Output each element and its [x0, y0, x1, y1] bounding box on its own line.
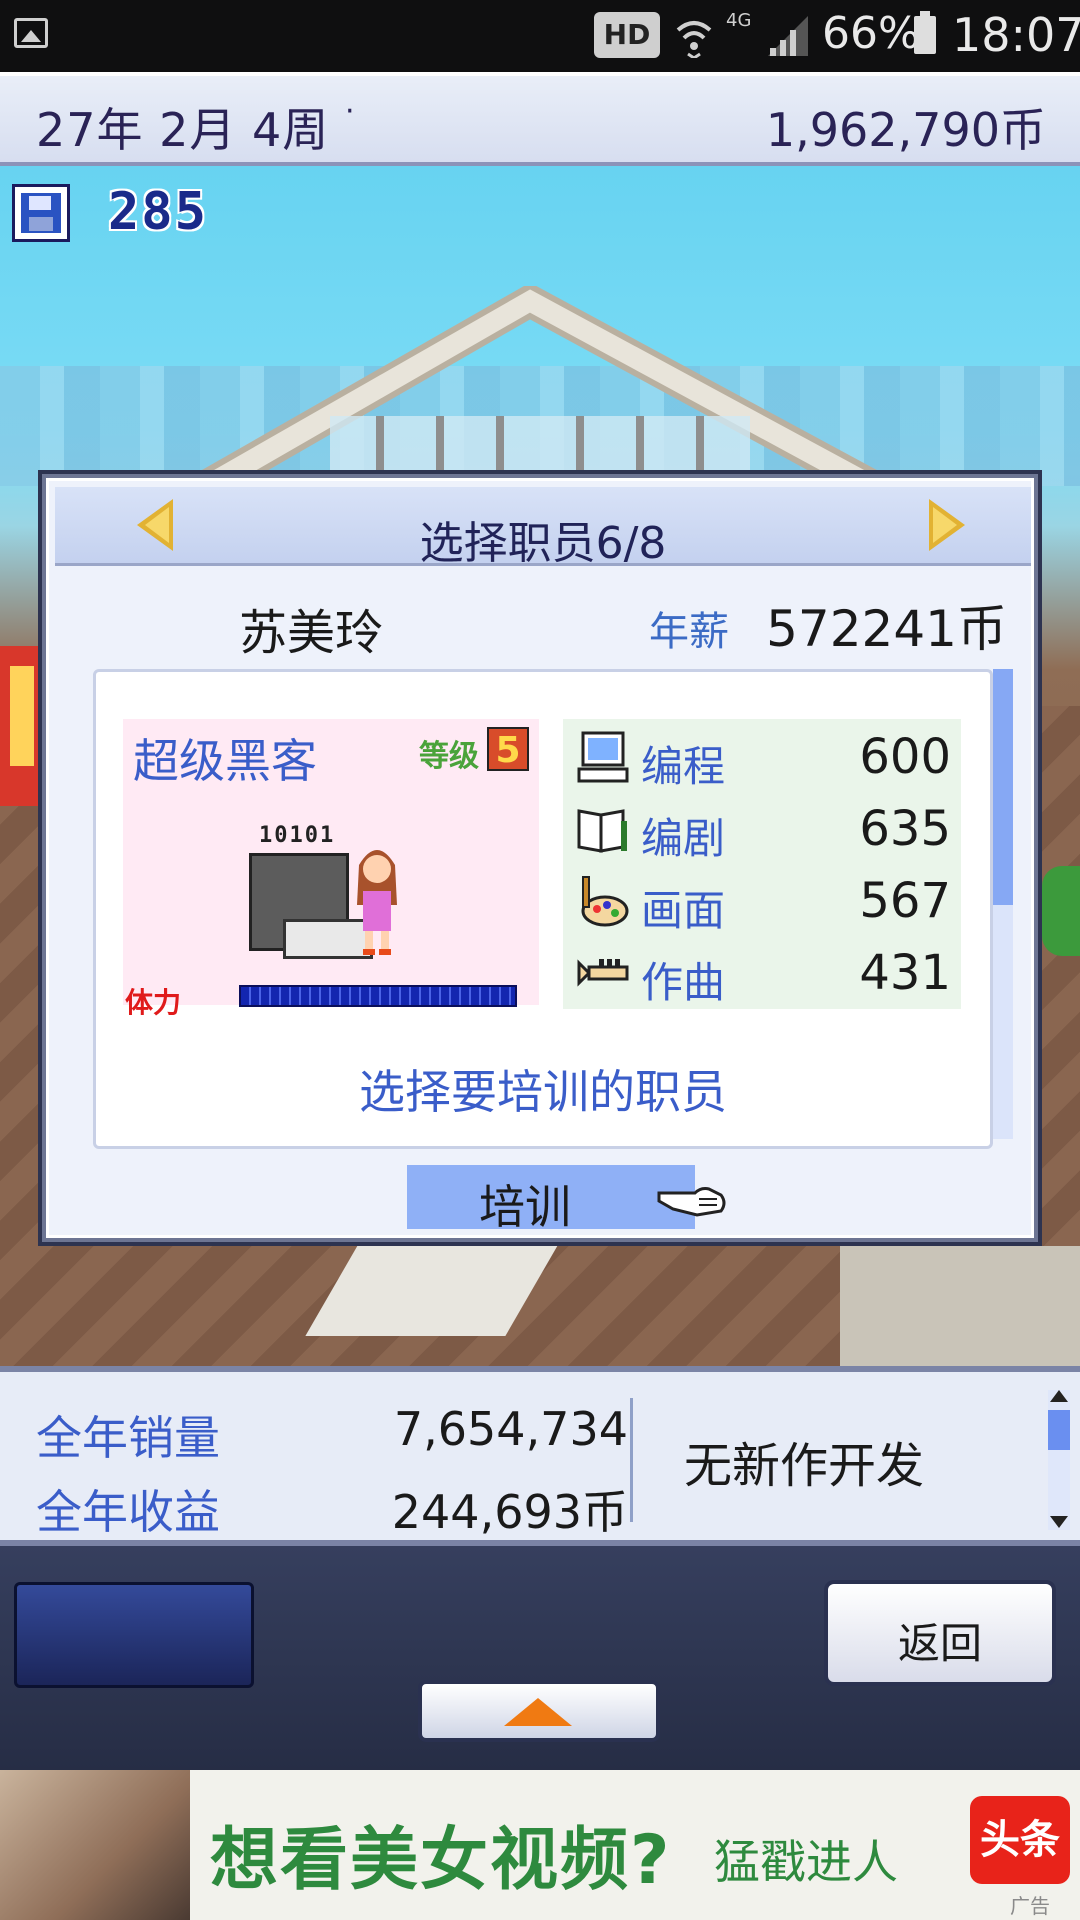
- job-panel: 超级黑客 等级 5 10101 体力: [123, 719, 539, 1019]
- train-button-label: 培训: [479, 1180, 571, 1234]
- pointing-hand-icon: [657, 1187, 726, 1217]
- salary-value: 572241币: [766, 600, 1007, 658]
- ad-tag: 广告: [1010, 1894, 1050, 1918]
- ad-headline: 想看美女视频?: [210, 1821, 672, 1900]
- potted-plant: [1042, 866, 1080, 956]
- select-employee-dialog: 选择职员6/8 苏美玲 年薪 572241币 超级黑客 等级 5 10101 体…: [38, 470, 1042, 1246]
- sprite-binary-text: 10101: [259, 823, 336, 848]
- ad-cta: 猛戳进人: [714, 1835, 898, 1889]
- stat-label-graphics: 画面: [641, 886, 726, 935]
- stat-row-programming: 编程 600: [563, 723, 961, 795]
- up-arrow-icon: [504, 1698, 572, 1726]
- script-book-icon: [577, 809, 627, 853]
- funds-display: 1,962,790币: [765, 103, 1046, 157]
- annual-sales-value: 7,654,734: [393, 1402, 628, 1456]
- stat-value-sound: 431: [859, 945, 951, 1001]
- annual-sales-label: 全年销量: [36, 1411, 220, 1465]
- save-floppy-button[interactable]: [12, 184, 70, 242]
- stat-label-sound: 作曲: [641, 958, 726, 1007]
- status-bar: HD 4G 66% 18:07: [0, 0, 1080, 72]
- ad-banner[interactable]: 想看美女视频? 猛戳进人 头条 广告: [0, 1770, 1080, 1920]
- clock: 18:07: [952, 8, 1080, 62]
- computer-icon: [577, 731, 629, 783]
- employee-avatar: [357, 850, 397, 955]
- sales-divider: [630, 1398, 633, 1522]
- employee-name: 苏美玲: [239, 605, 384, 661]
- bookshelf: [840, 1246, 1080, 1366]
- ad-photo: [0, 1770, 190, 1920]
- next-employee-arrow-icon[interactable]: [929, 499, 965, 551]
- signal-icon: [768, 16, 808, 56]
- expand-up-button[interactable]: [418, 1680, 660, 1742]
- stat-value-programming: 600: [859, 729, 951, 785]
- back-button[interactable]: 返回: [824, 1580, 1056, 1686]
- save-count: 285: [108, 182, 208, 242]
- salary-label: 年薪: [649, 609, 729, 655]
- game-date-text: 27年 2月 4周: [36, 103, 330, 157]
- game-date: 27年 2月 4周 ·: [36, 94, 355, 160]
- job-title: 超级黑客: [133, 734, 317, 788]
- battery-percent: 66%: [822, 8, 920, 59]
- game-info-bar: 27年 2月 4周 · 1,962,790币: [0, 72, 1080, 166]
- stat-row-sound: 作曲 431: [563, 939, 961, 1011]
- stat-label-programming: 编程: [641, 742, 726, 791]
- annual-revenue-value: 244,693币: [391, 1485, 628, 1539]
- floppy-icon: [21, 193, 61, 233]
- wifi-icon: [676, 21, 712, 58]
- stats-panel: 编程 600 编剧 635 画面 567 作曲 431: [563, 719, 961, 1009]
- annual-revenue-label: 全年收益: [36, 1485, 220, 1539]
- bottom-navigation: 返回: [0, 1546, 1080, 1770]
- scroll-down-icon[interactable]: [1050, 1516, 1068, 1528]
- level-label: 等级: [419, 739, 479, 774]
- sales-panel: 全年销量 7,654,734 全年收益 244,693币 无新作开发: [0, 1366, 1080, 1546]
- scroll-up-icon[interactable]: [1050, 1390, 1068, 1402]
- stat-row-graphics: 画面 567: [563, 867, 961, 939]
- level-value: 5: [487, 727, 529, 771]
- stamina-bar: [239, 985, 517, 1007]
- vending-machine: [0, 646, 40, 806]
- card-scroll-thumb[interactable]: [993, 669, 1013, 905]
- menu-slot-button[interactable]: [14, 1582, 254, 1688]
- sales-scrollbar[interactable]: [1048, 1390, 1070, 1530]
- network-type-label: 4G: [726, 10, 752, 31]
- back-button-label: 返回: [897, 1619, 982, 1668]
- stamina-label: 体力: [125, 986, 182, 1019]
- hd-badge: HD: [594, 12, 660, 58]
- scroll-thumb[interactable]: [1048, 1410, 1070, 1450]
- date-dot: ·: [344, 94, 356, 129]
- ad-logo: 头条: [970, 1796, 1070, 1884]
- stat-label-scenario: 编剧: [641, 814, 726, 863]
- stat-value-scenario: 635: [859, 801, 951, 857]
- gallery-icon: [14, 18, 48, 48]
- dialog-header: 选择职员6/8: [55, 487, 1031, 569]
- train-prompt: 选择要培训的职员: [359, 1065, 727, 1119]
- dialog-title: 选择职员6/8: [419, 518, 667, 569]
- stat-row-scenario: 编剧 635: [563, 795, 961, 867]
- palette-icon: [581, 876, 629, 927]
- train-button[interactable]: 培训: [407, 1165, 726, 1234]
- development-status: 无新作开发: [684, 1438, 925, 1494]
- trumpet-icon: [577, 959, 629, 987]
- dialog-body: 选择职员6/8 苏美玲 年薪 572241币 超级黑客 等级 5 10101 体…: [46, 478, 1034, 1238]
- stat-value-graphics: 567: [859, 873, 951, 929]
- battery-icon: [914, 11, 936, 54]
